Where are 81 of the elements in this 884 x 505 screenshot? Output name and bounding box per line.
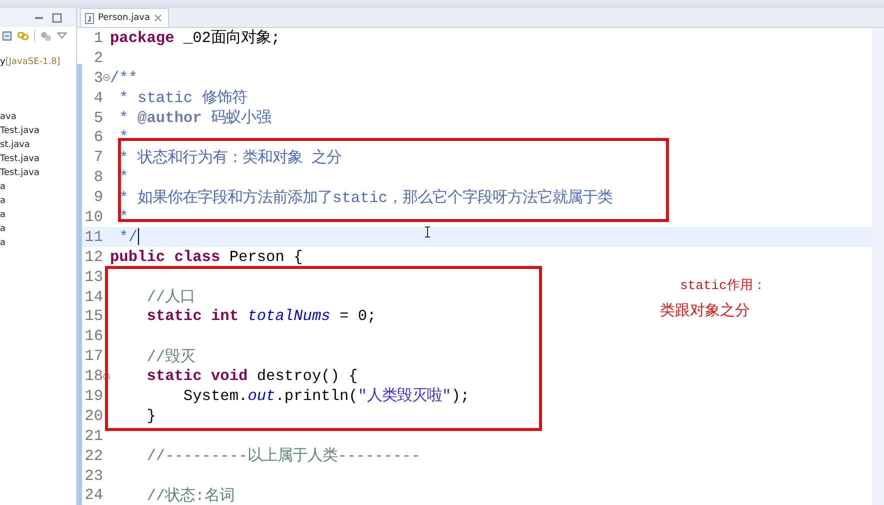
code-text: = 0; — [338, 307, 376, 326]
tree-item[interactable]: a — [0, 208, 6, 222]
line-number: 10 — [84, 208, 103, 226]
fold-icon[interactable] — [103, 74, 110, 82]
tree-item[interactable]: ava — [0, 110, 16, 124]
field-name: out — [248, 386, 276, 405]
line-number: 20 — [84, 406, 103, 425]
doc-comment: * — [118, 168, 128, 186]
i-beam-cursor-icon — [424, 226, 431, 238]
line-number: 2 — [92, 48, 103, 67]
line-number: 23 — [84, 466, 103, 485]
editor-tab[interactable]: Person.java — [80, 8, 169, 27]
text-cursor — [138, 228, 139, 246]
doc-comment: * — [118, 208, 128, 226]
line-number: 6 — [92, 128, 103, 146]
doc-tag: @author — [128, 108, 202, 127]
maximize-icon[interactable] — [52, 12, 62, 22]
line-number: 19 — [84, 386, 103, 405]
tree-item[interactable]: a — [0, 180, 6, 194]
tree-item[interactable]: st.java — [0, 138, 30, 152]
tree-item[interactable]: a — [0, 194, 6, 208]
keyword: public — [110, 248, 166, 266]
close-icon[interactable] — [154, 14, 162, 22]
doc-comment: */ — [118, 228, 138, 246]
line-number: 14 — [84, 288, 103, 306]
doc-comment: 码蚁小强 — [210, 108, 271, 128]
doc-comment: * — [118, 128, 128, 146]
line-number: 7 — [92, 148, 103, 166]
line-number: 13 — [84, 268, 103, 286]
code-text: ); — [451, 386, 470, 405]
code-text: System. — [182, 386, 248, 405]
line-number: 16 — [84, 327, 103, 346]
doc-comment: * 如果你在字段和方法前添加了static，那么它个字段呀方法它就属于类 — [118, 188, 613, 208]
line-number: 4 — [92, 88, 103, 107]
keyword: int — [210, 307, 239, 326]
code-text: Person { — [228, 248, 303, 266]
annotation-text: static作用： — [680, 277, 766, 294]
string-literal: "人类毁灭啦" — [358, 386, 452, 406]
code-comment: //人口 — [146, 287, 196, 308]
line-number: 3 — [92, 68, 103, 87]
code-comment: //状态:名词 — [146, 486, 234, 505]
doc-comment: * static 修饰符 — [118, 88, 247, 108]
java-file-icon — [85, 12, 94, 24]
code-comment: //毁灭 — [146, 346, 196, 367]
annotation-text: 类跟对象之分 — [660, 301, 750, 320]
line-number: 9 — [92, 188, 103, 206]
line-number: 17 — [84, 347, 103, 366]
keyword: package — [110, 28, 174, 47]
code-comment: //---------以上属于人类--------- — [146, 446, 420, 466]
line-number: 12 — [84, 248, 103, 266]
keyword: void — [210, 367, 248, 386]
code-text: .println( — [275, 386, 358, 405]
keyword: static — [146, 307, 202, 326]
doc-comment: /** — [110, 68, 138, 87]
code-text: _02面向对象; — [182, 28, 280, 48]
line-number: 1 — [92, 28, 103, 47]
tree-item[interactable]: a — [0, 222, 6, 236]
view-menu-icon[interactable] — [57, 32, 67, 40]
line-number: 22 — [84, 446, 103, 465]
line-number: 15 — [84, 307, 103, 326]
tree-item[interactable]: Test.java — [0, 152, 40, 166]
keyword: static — [146, 367, 202, 386]
doc-comment: * 状态和行为有：类和对象 之分 — [118, 148, 342, 168]
line-number: 5 — [92, 108, 103, 126]
code-text: } — [146, 406, 156, 425]
filter-icon[interactable] — [40, 30, 52, 42]
collapse-all-icon[interactable] — [2, 31, 12, 41]
line-number: 8 — [92, 168, 103, 186]
line-number: 21 — [84, 426, 103, 445]
tree-item[interactable]: y[JavaSE-1.8] — [0, 57, 76, 67]
doc-comment: * — [118, 108, 128, 127]
tree-item[interactable]: a — [0, 236, 6, 250]
tree-item[interactable]: Test.java — [0, 166, 40, 180]
tree-item[interactable]: Test.java — [0, 124, 40, 138]
link-icon[interactable] — [17, 30, 29, 42]
line-number: 24 — [84, 486, 103, 504]
keyword: class — [173, 248, 220, 266]
line-number: 11 — [84, 228, 103, 246]
field-name: totalNums — [246, 307, 330, 326]
line-number: 18 — [84, 367, 103, 386]
code-text: destroy() { — [256, 367, 358, 386]
